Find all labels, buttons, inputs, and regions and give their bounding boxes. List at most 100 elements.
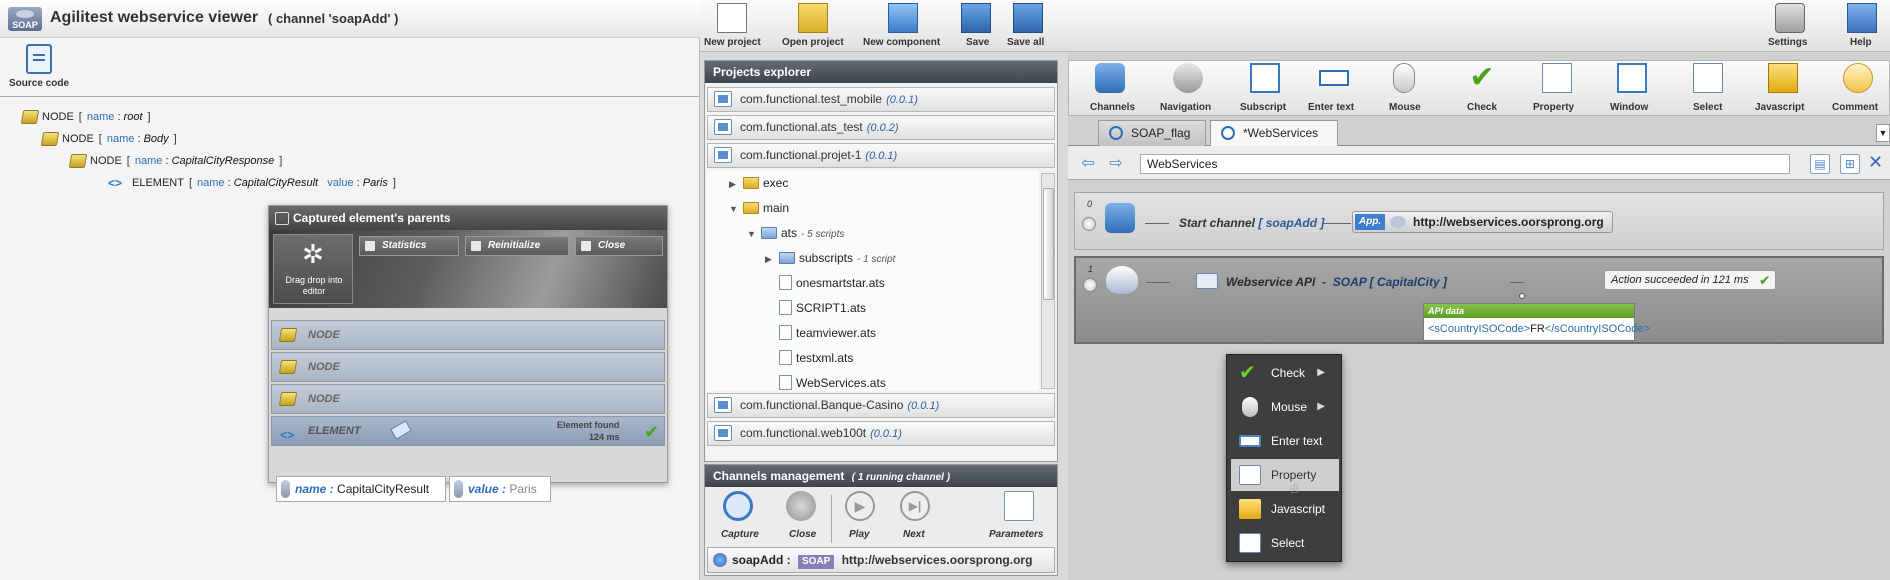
tree-file[interactable]: onesmartstar.ats	[779, 271, 885, 296]
menu-item-label: Select	[1271, 536, 1305, 550]
select-action-button[interactable]: Select	[1688, 60, 1728, 116]
tabs-menu-icon[interactable]: ▼	[1876, 124, 1890, 142]
tree-element-capitalcityresult[interactable]: <> ELEMENT [ name : CapitalCityResult va…	[108, 173, 401, 193]
tree-node-root[interactable]: NODE [ name : root ]	[20, 107, 156, 127]
enter-text-action-button[interactable]: Enter text	[1308, 60, 1360, 116]
attr-key: name	[86, 111, 115, 123]
collapse-arrow-icon[interactable]: ▼	[747, 222, 761, 247]
expand-icon[interactable]: ⊞	[1840, 154, 1860, 174]
close-button[interactable]: Close	[575, 236, 663, 256]
project-item[interactable]: com.functional.web100t (0.0.1)	[707, 421, 1055, 446]
close-channel-button[interactable]: Close	[779, 489, 823, 545]
tab-webservices[interactable]: *WebServices	[1210, 120, 1338, 146]
save-all-icon	[1013, 3, 1043, 33]
attr-value-field[interactable]: value : Paris	[449, 476, 551, 502]
project-item-expanded[interactable]: com.functional.projet-1 (0.0.1)	[707, 143, 1055, 168]
property-action-button[interactable]: Property	[1532, 60, 1582, 116]
navigation-action-button[interactable]: Navigation	[1160, 60, 1216, 116]
source-code-button[interactable]: Source code	[6, 44, 72, 92]
new-project-button[interactable]: New project	[700, 0, 764, 52]
parameters-icon	[1004, 491, 1034, 521]
new-project-icon	[717, 3, 747, 33]
action-row-start-channel[interactable]: 0 Start channel [ soapAdd ] App. http://…	[1074, 192, 1884, 250]
tree-node-capitalcityresponse[interactable]: NODE [ name : CapitalCityResponse ]	[68, 151, 287, 171]
tree-file[interactable]: teamviewer.ats	[779, 321, 876, 346]
project-item[interactable]: com.functional.Banque-Casino (0.0.1)	[707, 393, 1055, 418]
tab-soap-flag[interactable]: SOAP_flag	[1098, 120, 1206, 146]
project-item[interactable]: com.functional.ats_test (0.0.2)	[707, 115, 1055, 140]
help-button[interactable]: Help	[1842, 0, 1882, 52]
tree-folder-main[interactable]: ▼ main	[729, 196, 789, 221]
edit-icon[interactable]	[1196, 273, 1218, 289]
open-project-button[interactable]: Open project	[778, 0, 848, 52]
close-icon[interactable]: ✕	[1868, 152, 1888, 172]
running-channel-row[interactable]: soapAdd : SOAP http://webservices.oorspr…	[707, 547, 1055, 573]
project-name: com.functional.projet-1	[740, 148, 862, 162]
xml-close-tag: </sCountryISOCode>	[1544, 323, 1650, 335]
attr-name-field[interactable]: name : CapitalCityResult	[276, 476, 446, 502]
play-button[interactable]: ▶ Play	[839, 489, 881, 545]
next-button[interactable]: ▶| Next	[893, 489, 937, 545]
menu-item-mouse[interactable]: Mouse ▶	[1231, 391, 1339, 423]
drag-drop-into-editor[interactable]: ✲ Drag drop into editor	[273, 234, 353, 304]
settings-button[interactable]: Settings	[1765, 0, 1815, 52]
settings-label: Settings	[1768, 37, 1808, 48]
api-data-box[interactable]: API data <sCountryISOCode>FR</sCountryIS…	[1423, 303, 1650, 341]
parent-row-node[interactable]: NODE	[271, 384, 665, 414]
subscript-label: Subscript	[1240, 102, 1287, 113]
element-found-label: Element found	[557, 420, 620, 430]
expand-arrow-icon[interactable]: ▶	[729, 172, 743, 197]
parent-row-node[interactable]: NODE	[271, 352, 665, 382]
tag-edit-icon[interactable]	[390, 420, 412, 440]
parent-row-label: NODE	[308, 361, 340, 373]
tree-file[interactable]: testxml.ats	[779, 346, 853, 371]
collapse-arrow-icon[interactable]: ▼	[729, 197, 743, 222]
tree-folder-ats[interactable]: ▼ ats - 5 scripts	[747, 221, 844, 246]
script-path-input[interactable]: WebServices	[1140, 154, 1790, 174]
new-component-button[interactable]: New component	[860, 0, 946, 52]
channels-action-button[interactable]: Channels	[1090, 60, 1135, 116]
application-url-pill[interactable]: App. http://webservices.oorsprong.org	[1352, 211, 1613, 233]
tree-folder-exec[interactable]: ▶ exec	[729, 171, 788, 196]
attr-value: Paris	[362, 177, 388, 189]
menu-item-select[interactable]: Select	[1231, 527, 1339, 559]
parent-row-element[interactable]: <> ELEMENT Element found 124 ms ✔	[271, 416, 665, 446]
mouse-action-button[interactable]: Mouse	[1385, 60, 1425, 116]
capture-button[interactable]: Capture	[715, 489, 763, 545]
file-label: onesmartstar.ats	[796, 276, 885, 290]
parameters-button[interactable]: Parameters	[987, 489, 1051, 545]
tree-file[interactable]: SCRIPT1.ats	[779, 296, 866, 321]
action-select-radio[interactable]	[1083, 278, 1097, 292]
parent-row-node[interactable]: NODE	[271, 320, 665, 350]
action-row-webservice-api[interactable]: 1 Webservice API - SOAP [ CapitalCity ] …	[1074, 256, 1884, 344]
cloud-icon	[1390, 216, 1406, 228]
reinitialize-button[interactable]: Reinitialize	[465, 236, 569, 256]
captured-parents-popup: Captured element's parents ✲ Drag drop i…	[268, 205, 668, 483]
bracket: ]	[173, 133, 177, 145]
javascript-action-button[interactable]: Javascript	[1755, 60, 1811, 116]
expand-arrow-icon[interactable]: ▶	[765, 247, 779, 272]
check-action-button[interactable]: ✔ Check	[1462, 60, 1502, 116]
menu-item-enter-text[interactable]: Enter text	[1231, 425, 1339, 457]
window-action-button[interactable]: Window	[1608, 60, 1656, 116]
tree-file[interactable]: WebServices.ats	[779, 371, 886, 391]
tree-folder-subscripts[interactable]: ▶ subscripts - 1 script	[765, 246, 895, 271]
statistics-button[interactable]: Statistics	[359, 236, 459, 256]
comment-action-button[interactable]: Comment	[1832, 60, 1884, 116]
scrollbar-thumb[interactable]	[1043, 188, 1054, 300]
copy-icon[interactable]: ▤	[1810, 154, 1830, 174]
project-item[interactable]: com.functional.test_mobile (0.0.1)	[707, 87, 1055, 112]
save-all-button[interactable]: Save all	[1004, 0, 1052, 52]
tree-scrollbar[interactable]	[1041, 173, 1055, 389]
menu-item-check[interactable]: ✔ Check ▶	[1231, 357, 1339, 389]
menu-item-property[interactable]: Property	[1231, 459, 1339, 491]
tree-node-body[interactable]: NODE [ name : Body ]	[40, 129, 182, 149]
colon: :	[356, 177, 360, 189]
project-icon	[714, 147, 732, 163]
action-select-radio[interactable]	[1082, 217, 1096, 231]
forward-arrow-icon[interactable]: ⇨	[1106, 154, 1126, 174]
menu-item-javascript[interactable]: Javascript	[1231, 493, 1339, 525]
save-button[interactable]: Save	[954, 0, 998, 52]
subscript-action-button[interactable]: Subscript	[1240, 60, 1290, 116]
back-arrow-icon[interactable]: ⇦	[1078, 154, 1098, 174]
